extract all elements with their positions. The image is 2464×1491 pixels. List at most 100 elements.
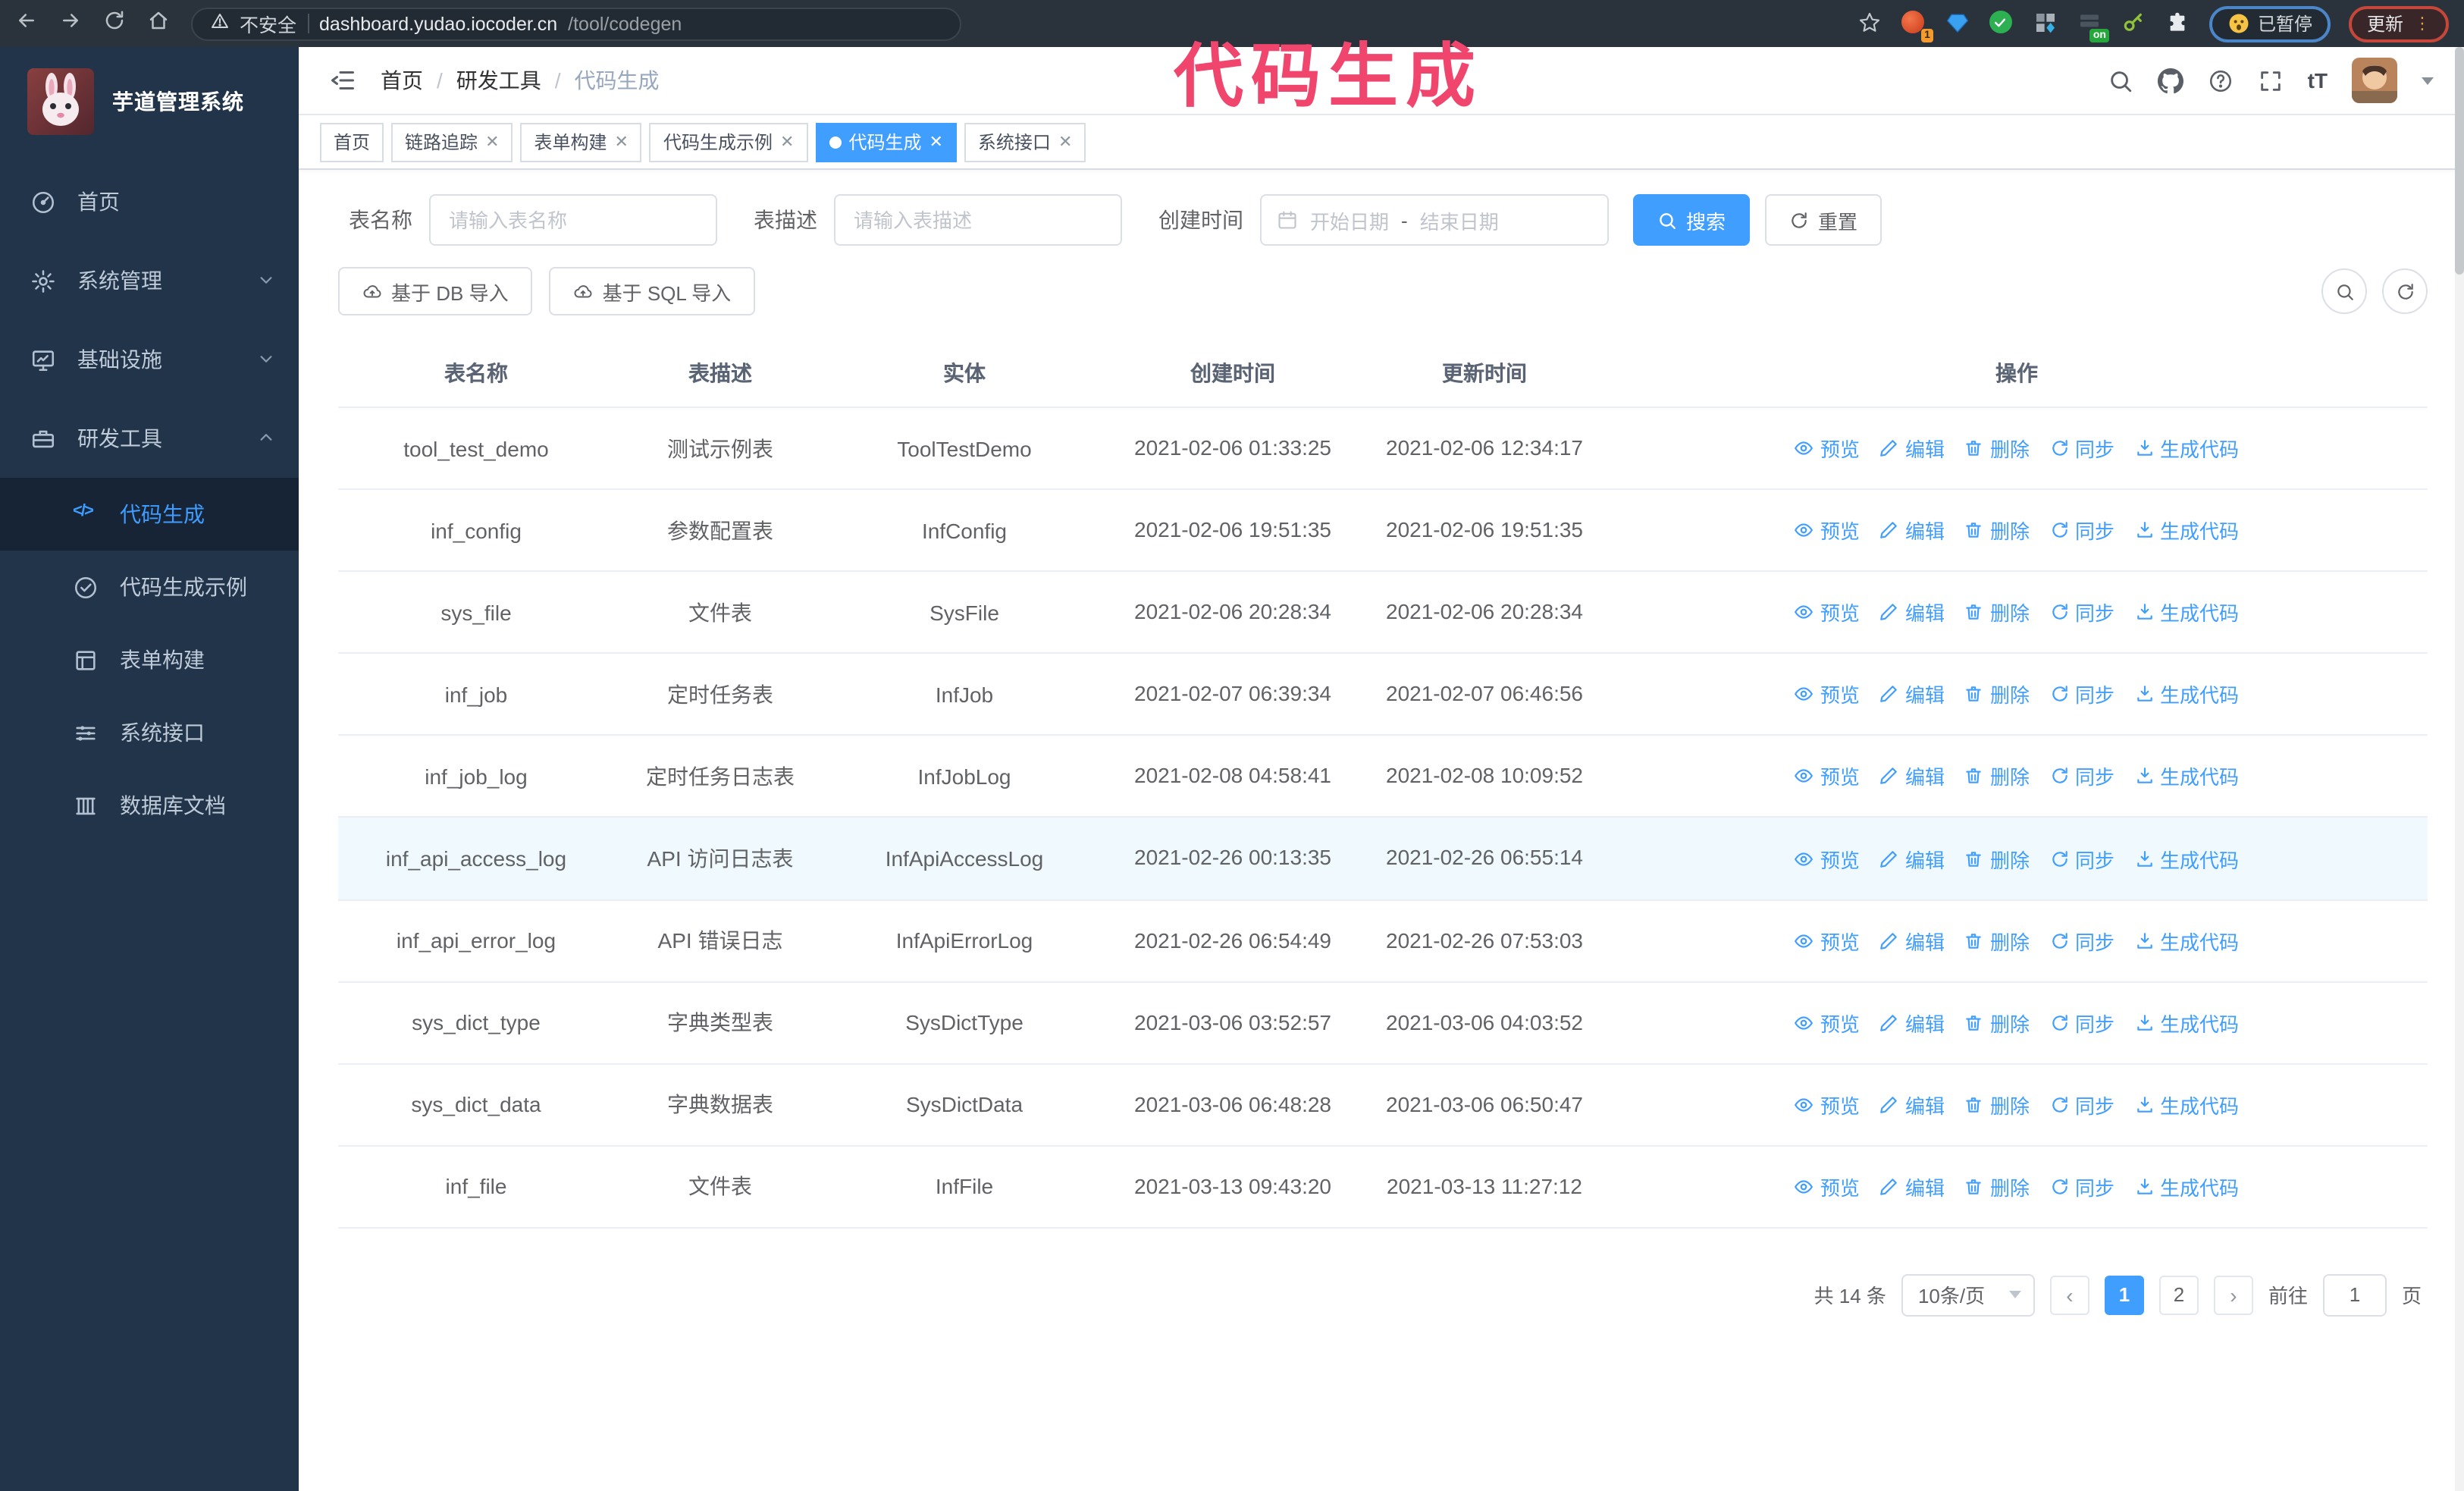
download-action-link[interactable]: 生成代码 [2134,1091,2239,1119]
forward-icon[interactable] [59,8,82,39]
trash-action-link[interactable]: 删除 [1964,762,2030,791]
eye-action-link[interactable]: 预览 [1795,844,1860,873]
bookmark-star-icon[interactable] [1857,11,1883,36]
extension-grid-icon[interactable] [2033,11,2059,36]
sidebar-item-codegen[interactable]: </> 代码生成 [0,478,299,551]
github-icon[interactable] [2157,67,2183,93]
extensions-puzzle-icon[interactable] [2165,11,2191,36]
edit-action-link[interactable]: 编辑 [1879,844,1945,873]
toggle-search-button[interactable] [2321,268,2367,314]
sidebar-item-system-api[interactable]: 系统接口 [0,696,299,769]
logo-row[interactable]: 芋道管理系统 [0,47,299,162]
page-1-button[interactable]: 1 [2104,1275,2144,1315]
sidebar-item-codegen-demo[interactable]: 代码生成示例 [0,551,299,623]
eye-action-link[interactable]: 预览 [1795,1172,1860,1201]
sync-action-link[interactable]: 同步 [2049,1172,2114,1201]
extension-orange-icon[interactable]: 1 [1901,11,1933,42]
sync-action-link[interactable]: 同步 [2049,680,2114,709]
sidebar-item-devtools[interactable]: 研发工具 [0,399,299,478]
date-range-picker[interactable]: 开始日期 - 结束日期 [1260,194,1609,246]
download-action-link[interactable]: 生成代码 [2134,598,2239,626]
download-action-link[interactable]: 生成代码 [2134,1172,2239,1201]
tab-codegen[interactable]: 代码生成 ✕ [815,122,957,162]
sync-action-link[interactable]: 同步 [2049,598,2114,626]
close-icon[interactable]: ✕ [780,132,794,152]
table-desc-input[interactable] [834,194,1122,246]
back-icon[interactable] [15,8,38,39]
tab-form-builder[interactable]: 表单构建 ✕ [520,122,642,162]
trash-action-link[interactable]: 删除 [1964,680,2030,709]
goto-page-input[interactable] [2322,1273,2387,1317]
eye-action-link[interactable]: 预览 [1795,1091,1860,1119]
search-button[interactable]: 搜索 [1633,194,1751,246]
font-size-icon[interactable]: tT [2308,68,2328,93]
trash-action-link[interactable]: 删除 [1964,844,2030,873]
download-action-link[interactable]: 生成代码 [2134,434,2239,463]
table-name-input[interactable] [429,194,717,246]
sync-action-link[interactable]: 同步 [2049,1091,2114,1119]
search-icon[interactable] [2108,67,2133,93]
scrollbar[interactable] [2455,47,2464,1491]
download-action-link[interactable]: 生成代码 [2134,1008,2239,1037]
eye-action-link[interactable]: 预览 [1795,434,1860,463]
close-icon[interactable]: ✕ [615,132,629,152]
trash-action-link[interactable]: 删除 [1964,1091,2030,1119]
sidebar-item-system[interactable]: 系统管理 [0,241,299,320]
sidebar-item-form-builder[interactable]: 表单构建 [0,623,299,696]
page-size-select[interactable]: 10条/页 [1901,1273,2035,1317]
trash-action-link[interactable]: 删除 [1964,926,2030,955]
download-action-link[interactable]: 生成代码 [2134,762,2239,791]
extension-key-icon[interactable] [2121,11,2147,36]
trash-action-link[interactable]: 删除 [1964,1008,2030,1037]
sidebar-item-home[interactable]: 首页 [0,162,299,241]
prev-page-button[interactable]: ‹ [2049,1275,2089,1315]
home-icon[interactable] [147,8,170,39]
next-page-button[interactable]: › [2213,1275,2253,1315]
trash-action-link[interactable]: 删除 [1964,1172,2030,1201]
tab-tracing[interactable]: 链路追踪 ✕ [391,122,513,162]
edit-action-link[interactable]: 编辑 [1879,680,1945,709]
sql-import-button[interactable]: 基于 SQL 导入 [549,267,756,315]
edit-action-link[interactable]: 编辑 [1879,762,1945,791]
download-action-link[interactable]: 生成代码 [2134,844,2239,873]
close-icon[interactable]: ✕ [1058,132,1072,152]
help-icon[interactable] [2208,67,2234,93]
eye-action-link[interactable]: 预览 [1795,516,1860,545]
trash-action-link[interactable]: 删除 [1964,516,2030,545]
address-bar[interactable]: 不安全 dashboard.yudao.iocoder.cn/tool/code… [191,7,961,40]
close-icon[interactable]: ✕ [485,132,499,152]
scrollbar-thumb[interactable] [2455,47,2464,275]
extension-shield-icon[interactable] [1989,11,2015,36]
edit-action-link[interactable]: 编辑 [1879,1008,1945,1037]
reset-button[interactable]: 重置 [1765,194,1882,246]
breadcrumb-home[interactable]: 首页 [381,65,423,96]
sync-action-link[interactable]: 同步 [2049,926,2114,955]
update-chip[interactable]: 更新 ⋮ [2348,5,2449,42]
trash-action-link[interactable]: 删除 [1964,434,2030,463]
refresh-button[interactable] [2382,268,2428,314]
db-import-button[interactable]: 基于 DB 导入 [338,267,533,315]
chevron-down-icon[interactable] [2422,77,2434,84]
sync-action-link[interactable]: 同步 [2049,516,2114,545]
avatar[interactable] [2352,58,2397,103]
close-icon[interactable]: ✕ [929,132,942,152]
edit-action-link[interactable]: 编辑 [1879,598,1945,626]
collapse-menu-icon[interactable] [329,67,356,94]
eye-action-link[interactable]: 预览 [1795,926,1860,955]
edit-action-link[interactable]: 编辑 [1879,1172,1945,1201]
profile-paused-chip[interactable]: 已暂停 [2209,5,2331,42]
sync-action-link[interactable]: 同步 [2049,1008,2114,1037]
edit-action-link[interactable]: 编辑 [1879,1091,1945,1119]
eye-action-link[interactable]: 预览 [1795,762,1860,791]
tab-home[interactable]: 首页 [320,122,384,162]
reload-icon[interactable] [103,8,126,39]
edit-action-link[interactable]: 编辑 [1879,434,1945,463]
download-action-link[interactable]: 生成代码 [2134,680,2239,709]
menu-dots-icon[interactable]: ⋮ [2414,15,2431,32]
sync-action-link[interactable]: 同步 [2049,434,2114,463]
tab-codegen-demo[interactable]: 代码生成示例 ✕ [649,122,808,162]
eye-action-link[interactable]: 预览 [1795,598,1860,626]
download-action-link[interactable]: 生成代码 [2134,516,2239,545]
trash-action-link[interactable]: 删除 [1964,598,2030,626]
sidebar-item-infra[interactable]: 基础设施 [0,320,299,399]
